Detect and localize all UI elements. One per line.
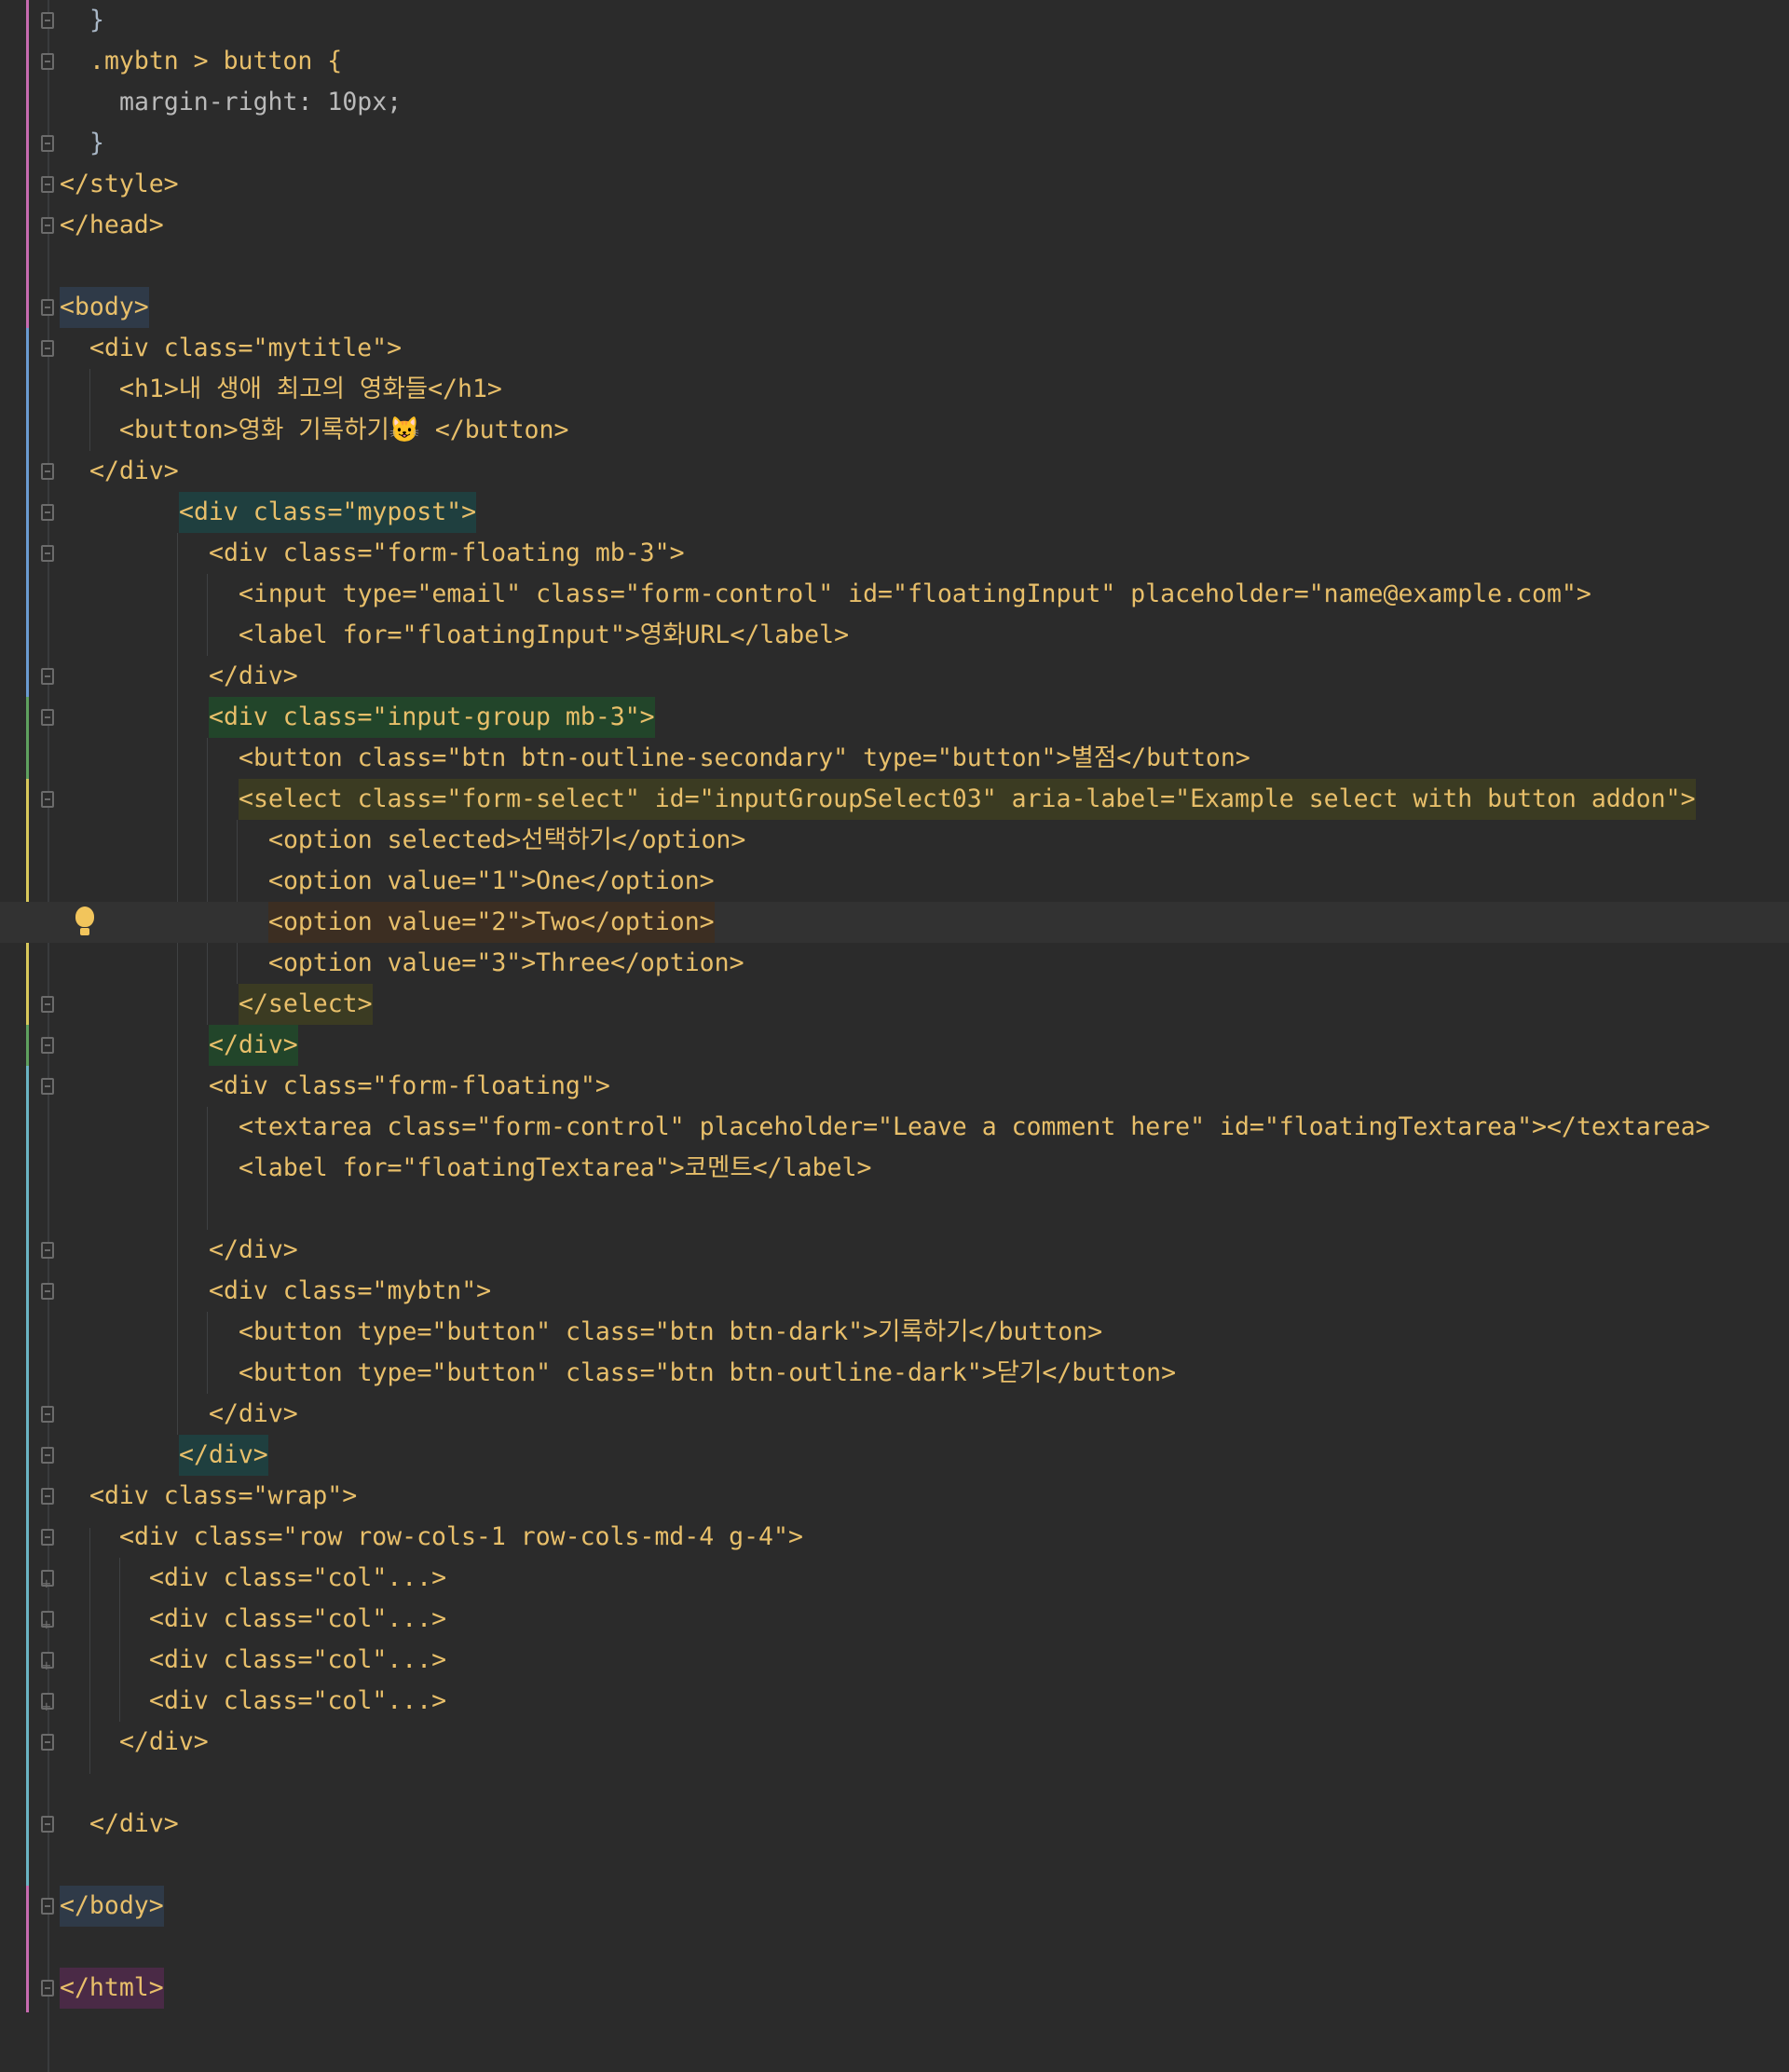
code-line-30[interactable] [0,1189,1789,1230]
fold-marker-icon[interactable] [41,504,54,521]
code-line-46[interactable] [0,1845,1789,1886]
code-line-16[interactable]: <label for="floatingInput">영화URL</label> [0,615,1789,656]
code-line-12[interactable]: </div> [0,451,1789,492]
code-line-11[interactable]: <button>영화 기록하기😺 </button> [0,410,1789,451]
code-line-47[interactable]: </body> [0,1886,1789,1927]
fold-marker-icon[interactable] [41,1037,54,1054]
code-line-2[interactable]: .mybtn > button { [0,41,1789,82]
code-line-28[interactable]: <textarea class="form-control" placehold… [0,1107,1789,1148]
fold-expand-icon[interactable] [41,1563,54,1604]
fold-marker-icon[interactable] [41,340,54,357]
fold-marker-icon[interactable] [41,996,54,1013]
code-line-18[interactable]: <div class="input-group mb-3"> [0,697,1789,738]
code-line-36[interactable]: </div> [0,1435,1789,1476]
fold-marker-icon[interactable] [41,299,54,316]
code-line-14[interactable]: <div class="form-floating mb-3"> [0,533,1789,574]
code-line-39[interactable]: <div class="col"...> [0,1558,1789,1604]
code-line-15[interactable]: <input type="email" class="form-control"… [0,574,1789,615]
code-line-43[interactable]: </div> [0,1722,1789,1763]
code-line-35[interactable]: </div> [0,1394,1789,1435]
fold-marker-icon[interactable] [41,1734,54,1751]
code-line-31[interactable]: </div> [0,1230,1789,1271]
fold-expand-icon[interactable] [41,1645,54,1686]
code-line-24[interactable]: <option value="3">Three</option> [0,943,1789,984]
fold-marker-icon[interactable] [41,12,54,29]
code-line-20[interactable]: <select class="form-select" id="inputGro… [0,779,1789,820]
fold-marker-icon[interactable] [41,709,54,726]
fold-marker-icon[interactable] [41,1488,54,1505]
code-line-22[interactable]: <option value="1">One</option> [0,861,1789,902]
code-line-10[interactable]: <h1>내 생애 최고의 영화들</h1> [0,369,1789,410]
code-line-5[interactable]: </style> [0,164,1789,205]
code-line-3[interactable]: margin-right: 10px; [0,82,1789,123]
fold-marker-icon[interactable] [41,53,54,70]
code-line-38[interactable]: <div class="row row-cols-1 row-cols-md-4… [0,1517,1789,1558]
code-line-7[interactable] [0,246,1789,287]
fold-expand-icon[interactable] [41,1686,54,1727]
fold-marker-icon[interactable] [41,545,54,562]
fold-marker-icon[interactable] [41,1898,54,1915]
code-line-37[interactable]: <div class="wrap"> [0,1476,1789,1517]
fold-marker-icon[interactable] [41,791,54,808]
fold-marker-icon[interactable] [41,1529,54,1546]
code-line-21[interactable]: <option selected>선택하기</option> [0,820,1789,861]
fold-marker-icon[interactable] [41,176,54,193]
code-line-4[interactable]: } [0,123,1789,164]
fold-expand-icon[interactable] [41,1604,54,1645]
fold-marker-icon[interactable] [41,1816,54,1833]
code-line-41[interactable]: <div class="col"...> [0,1640,1789,1686]
fold-marker-icon[interactable] [41,1283,54,1300]
fold-marker-icon[interactable] [41,217,54,234]
code-line-42[interactable]: <div class="col"...> [0,1681,1789,1727]
code-line-34[interactable]: <button type="button" class="btn btn-out… [0,1353,1789,1394]
fold-marker-icon[interactable] [41,668,54,685]
code-line-27[interactable]: <div class="form-floating"> [0,1066,1789,1107]
code-line-9[interactable]: <div class="mytitle"> [0,328,1789,369]
code-line-23-current[interactable]: <option value="2">Two</option> [0,902,1789,943]
code-line-17[interactable]: </div> [0,656,1789,697]
code-line-32[interactable]: <div class="mybtn"> [0,1271,1789,1312]
code-line-48[interactable] [0,1927,1789,1968]
code-line-33[interactable]: <button type="button" class="btn btn-dar… [0,1312,1789,1353]
code-line-6[interactable]: </head> [0,205,1789,246]
code-line-8[interactable]: <body> [0,287,1789,328]
lightbulb-icon[interactable] [75,906,95,938]
fold-marker-icon[interactable] [41,1447,54,1464]
fold-marker-icon[interactable] [41,1078,54,1095]
fold-marker-icon[interactable] [41,463,54,480]
code-line-29[interactable]: <label for="floatingTextarea">코멘트</label… [0,1148,1789,1189]
code-line-13[interactable]: <div class="mypost"> [0,492,1789,533]
fold-marker-icon[interactable] [41,135,54,152]
code-line-44[interactable] [0,1763,1789,1804]
code-line-19[interactable]: <button class="btn btn-outline-secondary… [0,738,1789,779]
code-line-1[interactable]: } [0,0,1789,41]
fold-marker-icon[interactable] [41,1242,54,1259]
code-line-26[interactable]: </div> [0,1025,1789,1066]
fold-marker-icon[interactable] [41,1406,54,1423]
code-line-25[interactable]: </select> [0,984,1789,1025]
code-editor[interactable]: } .mybtn > button { margin-right: 10px; … [0,0,1789,2072]
code-line-40[interactable]: <div class="col"...> [0,1599,1789,1645]
code-line-49[interactable]: </html> [0,1968,1789,2009]
fold-marker-icon[interactable] [41,1980,54,1997]
code-line-45[interactable]: </div> [0,1804,1789,1845]
